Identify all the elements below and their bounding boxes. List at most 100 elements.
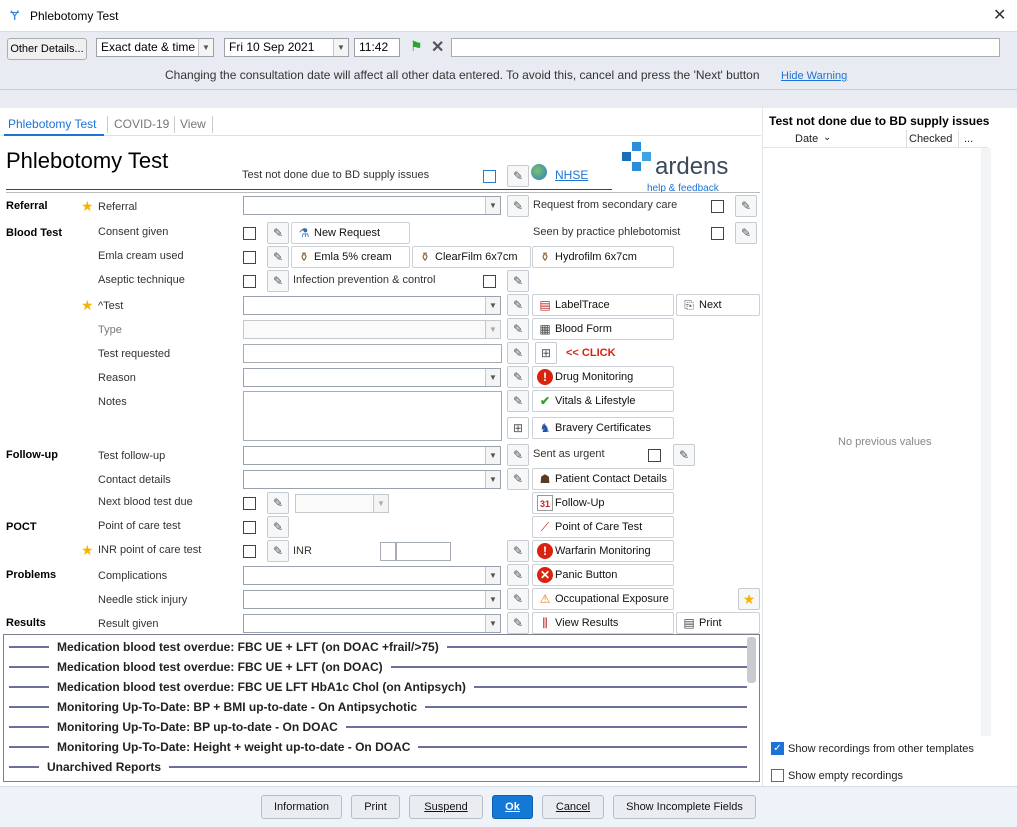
pencil-icon[interactable]: ✎	[507, 165, 529, 187]
show-other-checkbox[interactable]: ✓	[771, 742, 784, 755]
pencil-icon[interactable]: ✎	[507, 195, 529, 217]
pencil-icon[interactable]: ✎	[507, 444, 529, 466]
col-date[interactable]: Date	[795, 133, 818, 145]
alert-item[interactable]: Medication blood test overdue: FBC UE LF…	[9, 677, 747, 697]
pencil-icon[interactable]: ✎	[507, 612, 529, 634]
print-results-button[interactable]: ▤ Print	[676, 612, 760, 634]
needle-stick-select[interactable]: ▼	[243, 590, 501, 609]
alert-item[interactable]: Monitoring Up-To-Date: Height + weight u…	[9, 737, 747, 757]
flag-icon[interactable]: ⚑	[410, 38, 423, 55]
show-empty-checkbox[interactable]	[771, 769, 784, 782]
pencil-icon[interactable]: ✎	[507, 270, 529, 292]
information-button[interactable]: Information	[261, 795, 342, 819]
referral-select[interactable]: ▼	[243, 196, 501, 215]
pencil-icon[interactable]: ✎	[507, 468, 529, 490]
contact-details-select[interactable]: ▼	[243, 470, 501, 489]
pencil-icon[interactable]: ✎	[267, 246, 289, 268]
test-select[interactable]: ▼	[243, 296, 501, 315]
other-details-button[interactable]: Other Details...	[7, 38, 87, 60]
blood-form-button[interactable]: ▦ Blood Form	[532, 318, 674, 340]
pencil-icon[interactable]: ✎	[267, 540, 289, 562]
alert-item[interactable]: Medication blood test overdue: FBC UE + …	[9, 637, 747, 657]
bravery-certificates-button[interactable]: ♞ Bravery Certificates	[532, 417, 674, 439]
cancel-button[interactable]: Cancel	[542, 795, 604, 819]
alert-item[interactable]: Medication blood test overdue: FBC UE + …	[9, 657, 747, 677]
add-document-icon[interactable]: ⊞	[507, 417, 529, 439]
emla-checkbox[interactable]	[243, 251, 256, 264]
clearfilm-button[interactable]: ⚱ ClearFilm 6x7cm	[412, 246, 531, 268]
vitals-lifestyle-button[interactable]: ✔ Vitals & Lifestyle	[532, 390, 674, 412]
ardens-logo-text[interactable]: ardens	[655, 153, 728, 181]
pencil-icon[interactable]: ✎	[267, 492, 289, 514]
inr-value-input[interactable]	[396, 542, 451, 561]
col-more[interactable]: ...	[964, 133, 973, 145]
pencil-icon[interactable]: ✎	[267, 270, 289, 292]
clear-x-icon[interactable]: ✕	[431, 37, 444, 57]
close-icon[interactable]: ✕	[993, 5, 1006, 25]
pencil-icon[interactable]: ✎	[507, 318, 529, 340]
notes-textarea[interactable]	[243, 391, 502, 441]
consent-checkbox[interactable]	[243, 227, 256, 240]
point-of-care-test-button[interactable]: ⟋ Point of Care Test	[532, 516, 674, 538]
ardens-logo-icon[interactable]	[622, 142, 652, 172]
alert-item[interactable]: Monitoring Up-To-Date: BP up-to-date - O…	[9, 717, 747, 737]
col-checked[interactable]: Checked	[909, 133, 952, 145]
pencil-icon[interactable]: ✎	[267, 516, 289, 538]
new-request-button[interactable]: ⚗ New Request	[291, 222, 410, 244]
sent-urgent-checkbox[interactable]	[648, 449, 661, 462]
result-given-select[interactable]: ▼	[243, 614, 501, 633]
pencil-icon[interactable]: ✎	[507, 564, 529, 586]
follow-up-button[interactable]: 31 Follow-Up	[532, 492, 674, 514]
pencil-icon[interactable]: ✎	[507, 294, 529, 316]
test-not-done-checkbox[interactable]	[483, 170, 496, 183]
consultation-comment-input[interactable]	[451, 38, 1000, 57]
labeltrace-button[interactable]: ▤ LabelTrace	[532, 294, 674, 316]
next-due-select[interactable]: ▼	[295, 494, 389, 513]
print-button[interactable]: Print	[351, 795, 400, 819]
alert-item[interactable]: Monitoring Up-To-Date: BP + BMI up-to-da…	[9, 697, 747, 717]
seen-by-checkbox[interactable]	[711, 227, 724, 240]
show-incomplete-fields-button[interactable]: Show Incomplete Fields	[613, 795, 756, 819]
pencil-icon[interactable]: ✎	[507, 390, 529, 412]
pencil-icon[interactable]: ✎	[735, 222, 757, 244]
suspend-button[interactable]: Suspend	[409, 795, 483, 819]
test-follow-up-select[interactable]: ▼	[243, 446, 501, 465]
ok-button[interactable]: Ok	[492, 795, 533, 819]
infection-checkbox[interactable]	[483, 275, 496, 288]
tab-view[interactable]: View	[180, 116, 206, 132]
view-results-button[interactable]: ⫼ View Results	[532, 612, 674, 634]
favourite-star-icon[interactable]: ★	[738, 588, 760, 610]
add-document-icon[interactable]: ⊞	[535, 342, 557, 364]
poc-test-checkbox[interactable]	[243, 521, 256, 534]
complications-select[interactable]: ▼	[243, 566, 501, 585]
hide-warning-link[interactable]: Hide Warning	[781, 70, 847, 82]
history-scrollbar[interactable]	[981, 148, 991, 736]
alerts-scrollbar[interactable]	[747, 637, 756, 683]
next-button[interactable]: ⎘ Next	[676, 294, 760, 316]
emla-cream-button[interactable]: ⚱ Emla 5% cream	[291, 246, 410, 268]
nhse-link[interactable]: NHSE	[555, 168, 588, 182]
hydrofilm-button[interactable]: ⚱ Hydrofilm 6x7cm	[532, 246, 674, 268]
patient-contact-button[interactable]: ☗ Patient Contact Details	[532, 468, 674, 490]
panic-button[interactable]: ✕ Panic Button	[532, 564, 674, 586]
tab-phlebotomy-test[interactable]: Phlebotomy Test	[8, 116, 97, 132]
date-mode-select[interactable]: Exact date & time ▼	[96, 38, 214, 57]
date-picker[interactable]: Fri 10 Sep 2021 ▼	[224, 38, 349, 57]
sort-chevron-icon[interactable]: ⌄	[823, 132, 831, 143]
reason-select[interactable]: ▼	[243, 368, 501, 387]
request-secondary-checkbox[interactable]	[711, 200, 724, 213]
pencil-icon[interactable]: ✎	[507, 342, 529, 364]
test-requested-input[interactable]	[243, 344, 502, 363]
pencil-icon[interactable]: ✎	[507, 588, 529, 610]
pencil-icon[interactable]: ✎	[267, 222, 289, 244]
inr-operator-input[interactable]	[380, 542, 396, 561]
pencil-icon[interactable]: ✎	[507, 366, 529, 388]
drug-monitoring-button[interactable]: ! Drug Monitoring	[532, 366, 674, 388]
inr-poc-checkbox[interactable]	[243, 545, 256, 558]
occupational-exposure-button[interactable]: ⚠ Occupational Exposure	[532, 588, 674, 610]
warfarin-monitoring-button[interactable]: ! Warfarin Monitoring	[532, 540, 674, 562]
tab-covid-19[interactable]: COVID-19	[114, 116, 169, 132]
next-due-checkbox[interactable]	[243, 497, 256, 510]
time-field[interactable]: 11:42	[354, 38, 400, 57]
type-select[interactable]: ▼	[243, 320, 501, 339]
